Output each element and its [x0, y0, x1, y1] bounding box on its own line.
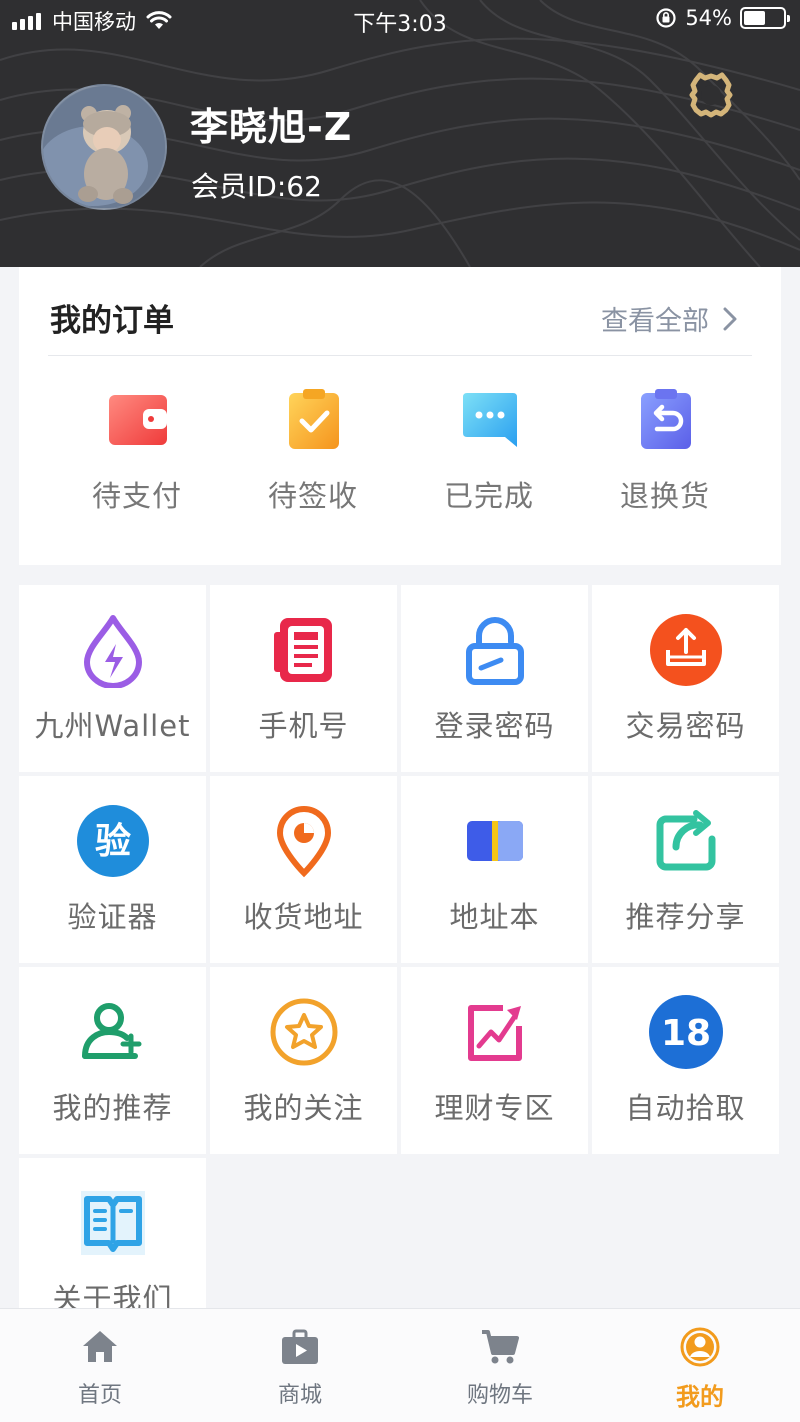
location-pin-icon: [276, 805, 332, 878]
menu-item-label: 手机号: [258, 709, 349, 743]
menu-item-trade-password[interactable]: 交易密码: [592, 585, 779, 772]
avatar-photo: [43, 86, 165, 208]
menu-item-label: 我的推荐: [52, 1091, 173, 1125]
tab-label: 商城: [277, 1383, 322, 1408]
menu-item-address-book[interactable]: 地址本: [401, 776, 588, 963]
clipboard-check-icon: [289, 389, 339, 449]
menu-item-label: 关于我们: [52, 1282, 173, 1308]
order-awaiting-receipt[interactable]: 待签收: [225, 389, 401, 519]
menu-item-phone[interactable]: 手机号: [210, 585, 397, 772]
book-icon: [81, 1191, 145, 1255]
menu-item-label: 地址本: [449, 900, 540, 934]
tab-cart[interactable]: 购物车: [400, 1309, 600, 1422]
order-item-label: 退换货: [619, 479, 710, 513]
menu-item-about-us[interactable]: 关于我们: [19, 1158, 206, 1308]
chat-dots-icon: [463, 393, 517, 447]
tab-shop[interactable]: 商城: [200, 1309, 400, 1422]
menu-item-label: 我的关注: [243, 1091, 364, 1125]
gear-icon[interactable]: [686, 70, 736, 120]
user-name: 李晓旭-Z: [190, 105, 353, 149]
menu-item-label: 推荐分享: [625, 900, 746, 934]
menu-item-shipping-address[interactable]: 收货地址: [210, 776, 397, 963]
user-circle-icon: [680, 1327, 720, 1367]
profile-header: 中国移动 下午3:03 54% 李晓旭-Z 会员ID:62: [0, 0, 800, 267]
order-returns[interactable]: 退换货: [577, 389, 753, 519]
menu-item-my-referrals[interactable]: 我的推荐: [19, 967, 206, 1154]
cart-icon: [482, 1330, 519, 1364]
verify-icon: 验: [77, 805, 149, 877]
status-bar: 中国移动 下午3:03 54%: [0, 0, 800, 40]
menu-item-label: 自动拾取: [625, 1091, 746, 1125]
battery-percentage: 54%: [685, 6, 732, 30]
orders-title: 我的订单: [50, 303, 174, 339]
avatar[interactable]: [41, 84, 167, 210]
tab-mine[interactable]: 我的: [600, 1309, 800, 1422]
menu-item-label: 交易密码: [625, 709, 746, 743]
return-icon: [641, 389, 691, 449]
tab-label: 首页: [77, 1383, 122, 1408]
menu-item-authenticator[interactable]: 验 验证器: [19, 776, 206, 963]
order-item-label: 待签收: [267, 479, 358, 513]
view-all-orders-link[interactable]: 查看全部: [601, 299, 737, 338]
menu-item-login-password[interactable]: 登录密码: [401, 585, 588, 772]
menu-item-label: 登录密码: [434, 709, 555, 743]
address-book-icon: [467, 821, 523, 861]
star-circle-icon: [270, 998, 338, 1066]
menu-item-label: 收货地址: [243, 900, 364, 934]
order-pending-payment[interactable]: 待支付: [49, 389, 225, 519]
shop-bag-icon: [282, 1329, 318, 1364]
menu-item-wallet[interactable]: 九州Wallet: [19, 585, 206, 772]
order-item-label: 已完成: [443, 479, 534, 513]
menu-item-share[interactable]: 推荐分享: [592, 776, 779, 963]
chevron-right-icon: [723, 307, 737, 330]
menu-item-label: 理财专区: [434, 1091, 555, 1125]
add-user-icon: [82, 1003, 142, 1059]
tab-label: 购物车: [466, 1383, 533, 1408]
tab-label: 我的: [676, 1383, 724, 1411]
order-completed[interactable]: 已完成: [401, 389, 577, 519]
view-all-label: 查看全部: [601, 306, 709, 337]
lock-icon: [466, 617, 524, 685]
menu-item-label: 九州Wallet: [34, 709, 191, 743]
menu-item-auto-pickup[interactable]: 18 自动拾取: [592, 967, 779, 1154]
my-orders-card: 我的订单 查看全部 待支付 待签收 已完成 退换货: [19, 267, 781, 565]
verify-glyph: 验: [95, 821, 131, 862]
phone-book-icon: [274, 618, 332, 682]
member-id: 会员ID:62: [191, 170, 322, 203]
bottom-tab-bar: 首页 商城 购物车 我的: [0, 1308, 800, 1422]
upload-box-icon: [650, 614, 722, 686]
tab-home[interactable]: 首页: [0, 1309, 200, 1422]
home-icon: [83, 1331, 117, 1362]
menu-item-wealth-zone[interactable]: 理财专区: [401, 967, 588, 1154]
rotation-lock-icon: [656, 8, 676, 28]
divider: [48, 355, 752, 356]
badge-18-icon: 18: [649, 995, 723, 1069]
trend-chart-icon: [468, 1005, 522, 1061]
menu-item-my-follows[interactable]: 我的关注: [210, 967, 397, 1154]
battery-icon: [740, 7, 790, 29]
drop-lightning-icon: [84, 615, 142, 688]
order-item-label: 待支付: [91, 479, 182, 513]
menu-item-label: 验证器: [67, 900, 158, 934]
wallet-icon: [109, 395, 167, 445]
share-icon: [656, 810, 716, 871]
badge-glyph: 18: [661, 1013, 711, 1054]
